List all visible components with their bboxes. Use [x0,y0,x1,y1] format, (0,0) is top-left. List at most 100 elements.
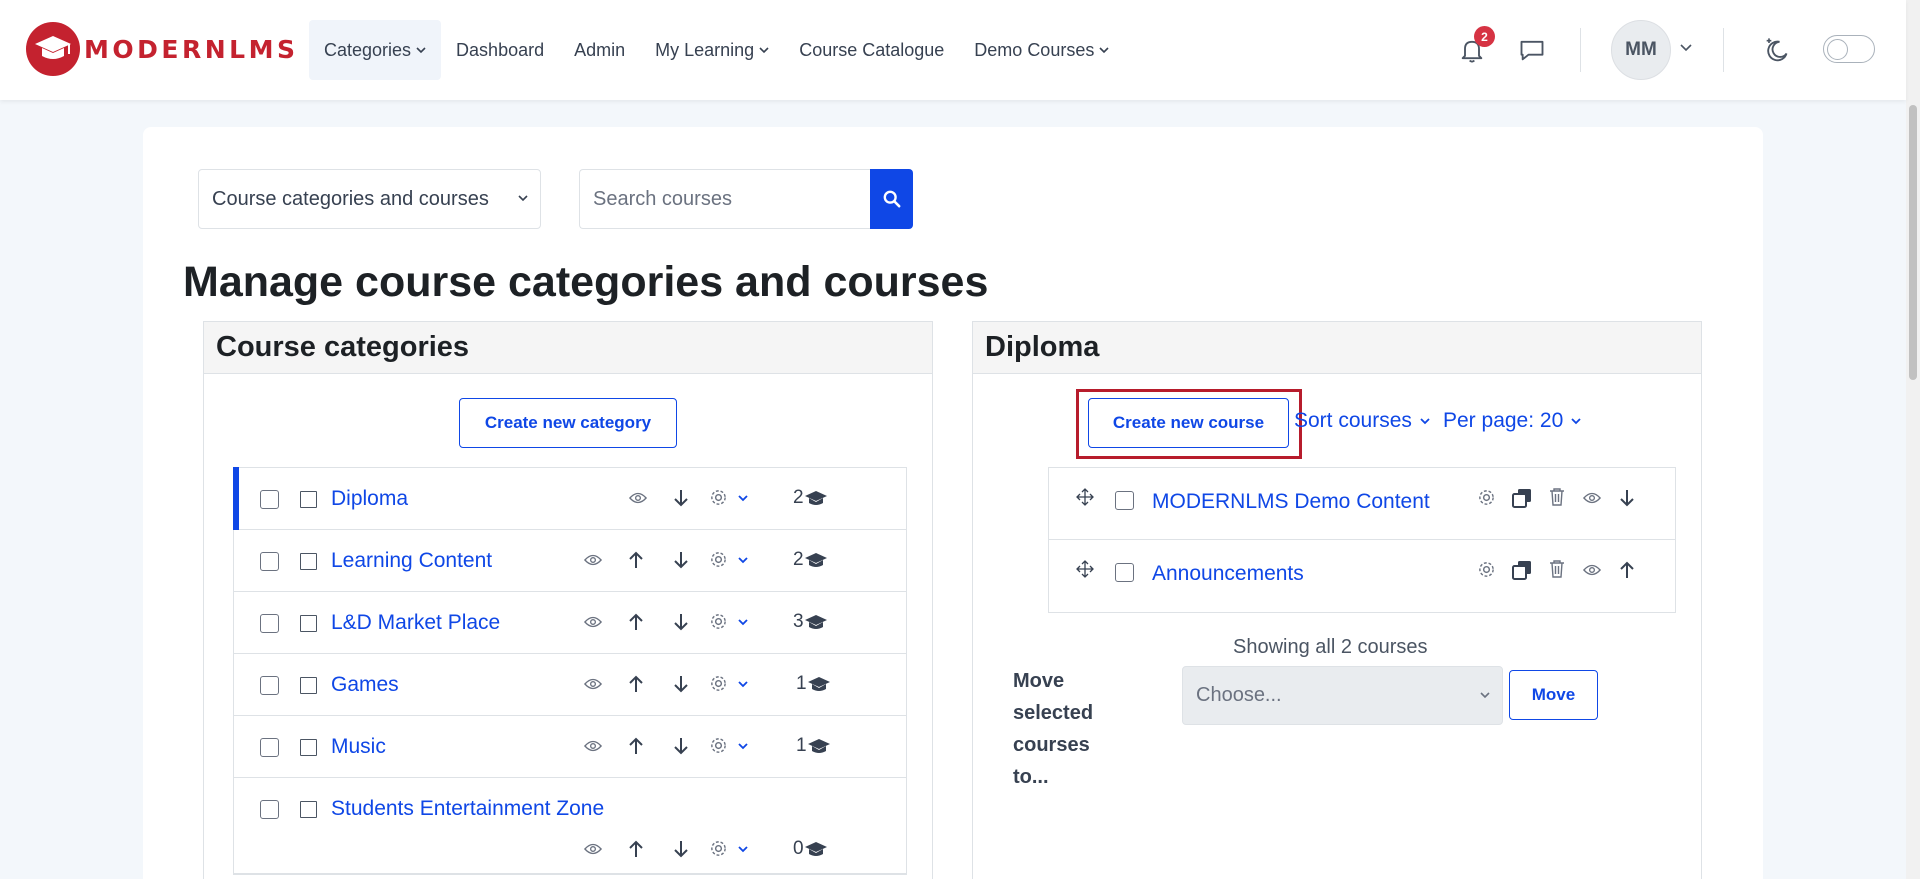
scrollbar-thumb[interactable] [1909,105,1917,380]
arrow-down-icon[interactable] [672,736,690,756]
view-mode-select-value: Course categories and courses [212,187,489,210]
category-link[interactable]: Diploma [331,487,408,511]
graduation-cap-logo-icon [26,22,80,76]
arrow-up-icon[interactable] [627,612,645,632]
eye-icon[interactable] [629,491,647,505]
search-courses-input[interactable] [579,169,870,229]
gear-icon[interactable] [1477,560,1496,579]
arrow-down-icon[interactable] [1618,488,1636,508]
arrow-up-icon[interactable] [627,839,645,859]
arrow-down-icon[interactable] [672,839,690,859]
category-bulk-checkbox[interactable] [300,801,317,818]
gear-icon[interactable] [709,839,728,858]
messages-chat-icon[interactable] [1518,36,1546,64]
category-bulk-checkbox[interactable] [300,677,317,694]
category-row-ld-market-place[interactable]: L&D Market Place 3 [234,592,906,654]
chevron-down-icon[interactable] [738,557,748,564]
gear-icon[interactable] [709,550,728,569]
category-bulk-checkbox[interactable] [300,615,317,632]
chevron-down-icon[interactable] [738,681,748,688]
category-bulk-checkbox[interactable] [300,491,317,508]
category-course-count: 0 [793,838,828,860]
category-bulk-checkbox[interactable] [300,739,317,756]
category-select-checkbox[interactable] [260,676,279,695]
arrow-down-icon[interactable] [672,488,690,508]
user-avatar[interactable]: MM [1611,20,1671,80]
category-select-checkbox[interactable] [260,552,279,571]
sort-courses-dropdown[interactable]: Sort courses [1294,409,1430,433]
category-row-games[interactable]: Games 1 [234,654,906,716]
copy-icon[interactable] [1512,488,1532,508]
category-link[interactable]: Learning Content [331,549,492,573]
nav-admin[interactable]: Admin [559,20,640,80]
course-select-checkbox[interactable] [1115,563,1134,582]
arrow-up-icon[interactable] [627,674,645,694]
trash-icon[interactable] [1549,487,1565,506]
category-link[interactable]: Music [331,735,386,759]
eye-icon[interactable] [1583,491,1601,505]
category-link[interactable]: Games [331,673,399,697]
nav-course-catalogue[interactable]: Course Catalogue [784,20,959,80]
category-select-checkbox[interactable] [260,614,279,633]
chevron-down-icon[interactable] [738,495,748,502]
eye-icon[interactable] [584,842,602,856]
dark-mode-toggle[interactable] [1823,35,1875,63]
chevron-down-icon[interactable] [738,743,748,750]
category-bulk-checkbox[interactable] [300,553,317,570]
copy-icon[interactable] [1512,560,1532,580]
moon-stars-theme-icon[interactable] [1762,36,1790,64]
arrow-down-icon[interactable] [672,674,690,694]
move-drag-icon[interactable] [1076,488,1094,506]
category-link[interactable]: Students Entertainment Zone [331,797,604,821]
gear-icon[interactable] [709,488,728,507]
category-select-checkbox[interactable] [260,800,279,819]
course-select-checkbox[interactable] [1115,491,1134,510]
eye-icon[interactable] [584,739,602,753]
eye-icon[interactable] [584,553,602,567]
category-link[interactable]: L&D Market Place [331,611,500,635]
chevron-down-icon [1480,692,1490,699]
navbar-divider [1723,28,1724,72]
chevron-down-icon[interactable] [738,846,748,853]
view-mode-select[interactable]: Course categories and courses [198,169,541,229]
move-drag-icon[interactable] [1076,560,1094,578]
search-button[interactable] [870,169,913,229]
site-logo[interactable]: MODERNLMS [26,22,298,76]
eye-icon[interactable] [584,615,602,629]
trash-icon[interactable] [1549,559,1565,578]
gear-icon[interactable] [1477,488,1496,507]
nav-my-learning[interactable]: My Learning [640,20,784,80]
eye-icon[interactable] [1583,563,1601,577]
arrow-up-icon[interactable] [627,736,645,756]
course-link[interactable]: Announcements [1152,562,1304,586]
arrow-down-icon[interactable] [672,550,690,570]
category-row-students-entertainment-zone[interactable]: Students Entertainment Zone 0 [234,778,906,874]
gear-icon[interactable] [709,674,728,693]
per-page-dropdown[interactable]: Per page: 20 [1443,409,1581,433]
move-destination-select[interactable]: Choose... [1182,666,1503,725]
gear-icon[interactable] [709,736,728,755]
course-link[interactable]: MODERNLMS Demo Content [1152,490,1430,514]
category-row-diploma[interactable]: Diploma 2 [233,467,906,530]
nav-dashboard[interactable]: Dashboard [441,20,559,80]
highlight-frame [1076,389,1302,459]
category-select-checkbox[interactable] [260,490,279,509]
category-row-learning-content[interactable]: Learning Content 2 [234,530,906,592]
gear-icon[interactable] [709,612,728,631]
arrow-down-icon[interactable] [672,612,690,632]
chevron-down-icon[interactable] [738,619,748,626]
eye-icon[interactable] [584,677,602,691]
arrow-up-icon[interactable] [1618,560,1636,580]
category-select-checkbox[interactable] [260,738,279,757]
category-row-music[interactable]: Music 1 [234,716,906,778]
nav-demo-courses[interactable]: Demo Courses [959,20,1124,80]
arrow-up-icon[interactable] [627,550,645,570]
move-button[interactable]: Move [1509,670,1598,720]
course-row[interactable]: Announcements [1049,540,1675,612]
user-menu-chevron-down-icon[interactable] [1680,44,1692,52]
count-value: 2 [793,549,804,570]
page-scrollbar[interactable] [1906,0,1920,879]
course-row[interactable]: MODERNLMS Demo Content [1049,468,1675,540]
nav-categories[interactable]: Categories [309,20,442,80]
create-new-category-button[interactable]: Create new category [459,398,677,448]
